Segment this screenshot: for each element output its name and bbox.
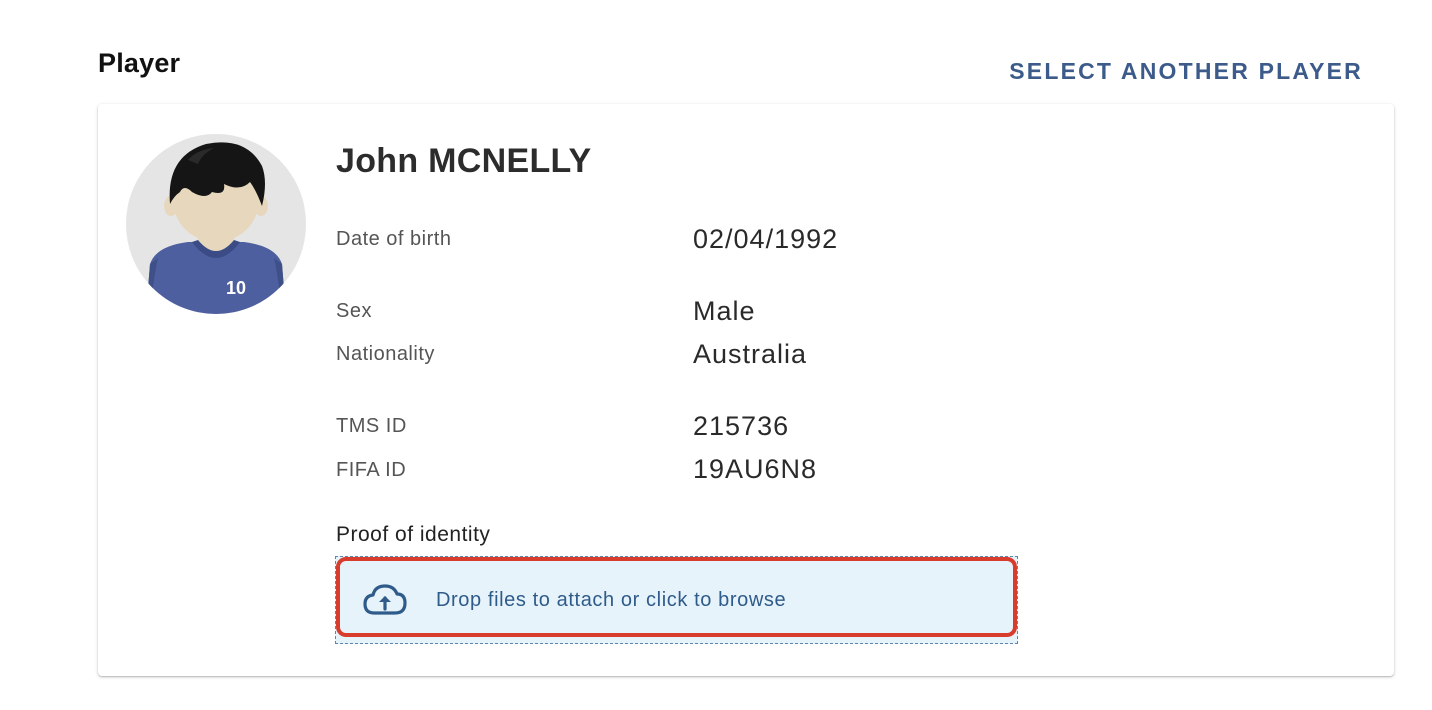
nationality-label: Nationality: [336, 343, 435, 365]
sex-value: Male: [693, 296, 756, 326]
dob-label: Date of birth: [336, 228, 452, 250]
jersey-number: 10: [226, 278, 246, 298]
proof-of-identity-label: Proof of identity: [336, 523, 491, 546]
nationality-value: Australia: [693, 339, 808, 369]
fifa-id-label: FIFA ID: [336, 459, 407, 481]
sex-label: Sex: [336, 300, 372, 322]
tms-id-label: TMS ID: [336, 415, 407, 437]
dob-value: 02/04/1992: [693, 224, 839, 254]
tms-id-value: 215736: [693, 411, 790, 441]
avatar: 10: [126, 134, 306, 314]
player-name: John MCNELLY: [336, 142, 592, 180]
fifa-id-value: 19AU6N8: [693, 454, 818, 484]
file-dropzone[interactable]: Drop files to attach or click to browse: [335, 556, 1018, 644]
select-another-player-button[interactable]: SELECT ANOTHER PLAYER: [1009, 58, 1363, 85]
player-card: 10 John MCNELLY Date of birth 02/04/1992…: [98, 104, 1394, 676]
section-title: Player: [98, 48, 181, 78]
cloud-upload-icon: [363, 584, 407, 615]
dropzone-text: Drop files to attach or click to browse: [436, 589, 787, 611]
